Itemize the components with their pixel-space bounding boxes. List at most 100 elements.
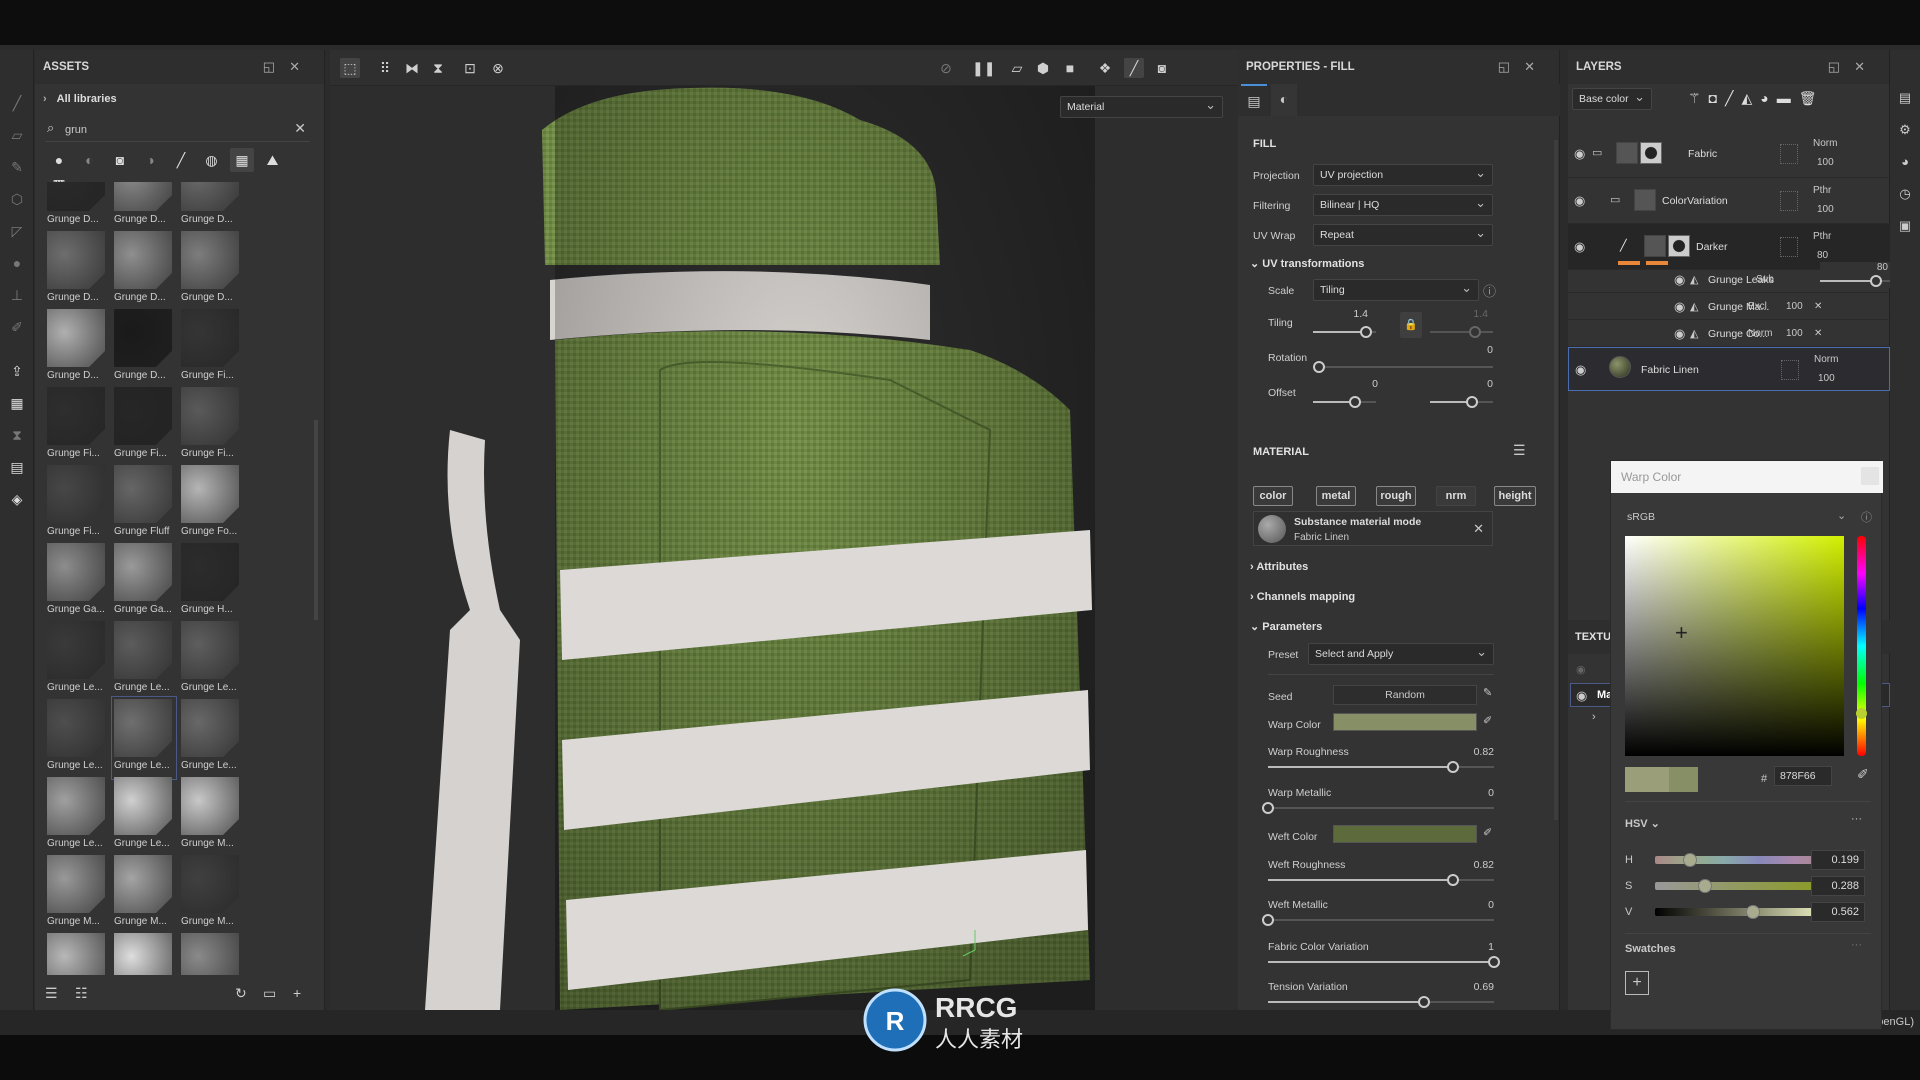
mask-filter-icon[interactable]: ◙ [108, 148, 132, 172]
fill-settings-tab-icon[interactable]: ▤ [1241, 84, 1267, 116]
eyedropper-icon[interactable]: ✐ [1483, 826, 1492, 839]
asset-tile[interactable]: Grunge Le... [47, 777, 107, 855]
hex-input[interactable]: 878F66 [1774, 766, 1832, 786]
asset-tile[interactable]: Grunge Fi... [181, 387, 241, 465]
add-icon[interactable]: + [293, 985, 301, 1001]
slider-warp-metallic[interactable] [1262, 802, 1494, 814]
smart-mask-icon[interactable]: ◕ [1760, 90, 1776, 106]
more-icon[interactable]: ··· [1851, 939, 1862, 951]
asset-tile[interactable]: Grunge D... [47, 231, 107, 309]
shader-settings-icon[interactable]: ◕ [1897, 154, 1913, 170]
material-filter-icon[interactable]: ● [47, 148, 71, 172]
screenshot-icon[interactable]: ◙ [1152, 58, 1172, 78]
mask-icon[interactable]: ◘ [1709, 90, 1725, 106]
asset-tile[interactable]: Grunge D... [181, 182, 241, 231]
particle-filter-icon[interactable]: ◍ [200, 148, 224, 172]
parameters-toggle[interactable]: ⌄ Parameters [1250, 620, 1322, 633]
h-slider[interactable] [1655, 853, 1829, 867]
filtering-select[interactable]: Bilinear | HQ [1313, 194, 1493, 216]
export-icon[interactable]: ⇪ [9, 363, 25, 379]
iray-icon[interactable]: ❖ [1095, 58, 1115, 78]
blend-mode-select[interactable]: Sub [1756, 274, 1774, 285]
remove-effect-icon[interactable]: ✕ [1814, 301, 1822, 312]
chevron-right-icon[interactable]: › [1592, 711, 1596, 723]
color-picker-icon[interactable]: ✐ [9, 319, 25, 335]
opacity-select[interactable]: 100 [1786, 301, 1803, 312]
more-icon[interactable]: ··· [1851, 813, 1862, 825]
paint-mode-icon[interactable]: ╱ [1124, 58, 1144, 78]
slider-handle[interactable] [1488, 956, 1500, 968]
remove-material-icon[interactable]: ✕ [1473, 521, 1484, 537]
slider-tension-variation[interactable] [1268, 996, 1494, 1008]
slider-weft-roughness[interactable] [1268, 874, 1494, 886]
undock-icon[interactable]: ◱ [1828, 59, 1854, 74]
opacity-slider[interactable] [1820, 275, 1890, 287]
remove-effect-icon[interactable]: ✕ [1814, 328, 1822, 339]
info-icon[interactable]: ⓘ [1861, 509, 1872, 525]
eye-icon[interactable]: ◉ [1674, 272, 1685, 288]
asset-scrollbar[interactable] [314, 420, 318, 620]
opacity-select[interactable]: 100 [1817, 204, 1834, 215]
bake-icon[interactable]: ▦ [9, 395, 25, 411]
add-swatch-button[interactable]: + [1625, 971, 1649, 995]
layer-row[interactable]: ◉ Fabric Linen Norm 100 [1568, 347, 1890, 391]
reset-view-icon[interactable]: ⊗ [488, 58, 508, 78]
eye-icon[interactable]: ◉ [1576, 688, 1587, 704]
channels-mapping-toggle[interactable]: › Channels mapping [1250, 591, 1355, 603]
eyedropper-icon[interactable]: ✐ [1857, 766, 1869, 783]
color-space-select[interactable]: sRGB [1627, 511, 1655, 523]
asset-tile[interactable]: Grunge H... [181, 543, 241, 621]
clone-stamp-icon[interactable]: ⊥ [9, 287, 25, 303]
asset-tile[interactable]: Grunge Fi... [181, 309, 241, 387]
camera-view-icon[interactable]: ▱ [1007, 58, 1027, 78]
blend-mode-select[interactable]: Norm [1748, 328, 1772, 339]
close-icon[interactable]: ✕ [1524, 59, 1549, 74]
symmetry-x-icon[interactable]: ⧓ [402, 58, 422, 78]
asset-tile[interactable]: Grunge Le... [114, 621, 174, 699]
color-picker-title-bar[interactable]: Warp Color [1611, 461, 1883, 493]
bag-model[interactable] [330, 50, 1238, 1010]
selection-mode-icon[interactable]: ⬚ [340, 58, 360, 78]
mesh-icon[interactable]: ◈ [9, 491, 25, 507]
visibility-icon[interactable]: ◉ [1576, 663, 1586, 676]
s-slider[interactable] [1655, 879, 1829, 893]
slider-handle[interactable] [1870, 275, 1882, 287]
eraser-icon[interactable]: ▱ [9, 127, 25, 143]
asset-tile[interactable]: Grunge Fo... [181, 465, 241, 543]
tiling-u-slider[interactable] [1313, 326, 1376, 338]
layer-row[interactable]: ◉ ▭ Fabric Norm 100 [1568, 130, 1890, 178]
paint-layer-icon[interactable]: ╱ [1725, 90, 1741, 106]
eye-icon[interactable]: ◉ [1574, 239, 1585, 255]
undock-icon[interactable]: ◱ [263, 59, 289, 74]
brush-filter-icon[interactable]: ╱ [169, 148, 193, 172]
offset-u-slider[interactable] [1313, 396, 1376, 408]
slider-weft-metallic[interactable] [1262, 914, 1494, 926]
hue-handle[interactable] [1856, 708, 1867, 719]
opacity-select[interactable]: 80 [1817, 250, 1828, 261]
eye-icon[interactable]: ◉ [1575, 362, 1586, 378]
frame-icon[interactable]: ⊡ [460, 58, 480, 78]
blend-mode-select[interactable]: Pthr [1813, 185, 1831, 196]
smudge-icon[interactable]: ● [9, 255, 25, 271]
channel-button-rough[interactable]: rough [1376, 486, 1416, 506]
pause-icon[interactable]: ❚❚ [972, 58, 995, 78]
slider-fabric-color-variation[interactable] [1268, 956, 1500, 968]
offset-v-slider[interactable] [1430, 396, 1493, 408]
undock-icon[interactable]: ◱ [1498, 59, 1524, 74]
blend-mode-select[interactable]: Norm [1814, 354, 1838, 365]
asset-tile[interactable]: Grunge D... [114, 231, 174, 309]
save-list-icon[interactable]: ☰ [45, 985, 58, 1002]
asset-search-input[interactable]: ⌕ grun ✕ [45, 118, 310, 142]
rotation-slider[interactable] [1313, 361, 1493, 373]
asset-tile[interactable] [181, 933, 241, 975]
new-window-icon[interactable]: ▭ [263, 985, 276, 1002]
asset-tile[interactable]: Grunge D... [114, 309, 174, 387]
asset-tile[interactable]: Grunge Le... [181, 621, 241, 699]
library-breadcrumb[interactable]: › All libraries [43, 93, 117, 105]
eye-icon[interactable]: ◉ [1574, 193, 1585, 209]
slider-handle[interactable] [1262, 914, 1274, 926]
slider-handle[interactable] [1262, 802, 1274, 814]
document-icon[interactable]: ▤ [9, 459, 25, 475]
texture-filter-icon[interactable]: ▦ [230, 148, 254, 172]
v-value-input[interactable]: 0.562 [1811, 902, 1865, 922]
